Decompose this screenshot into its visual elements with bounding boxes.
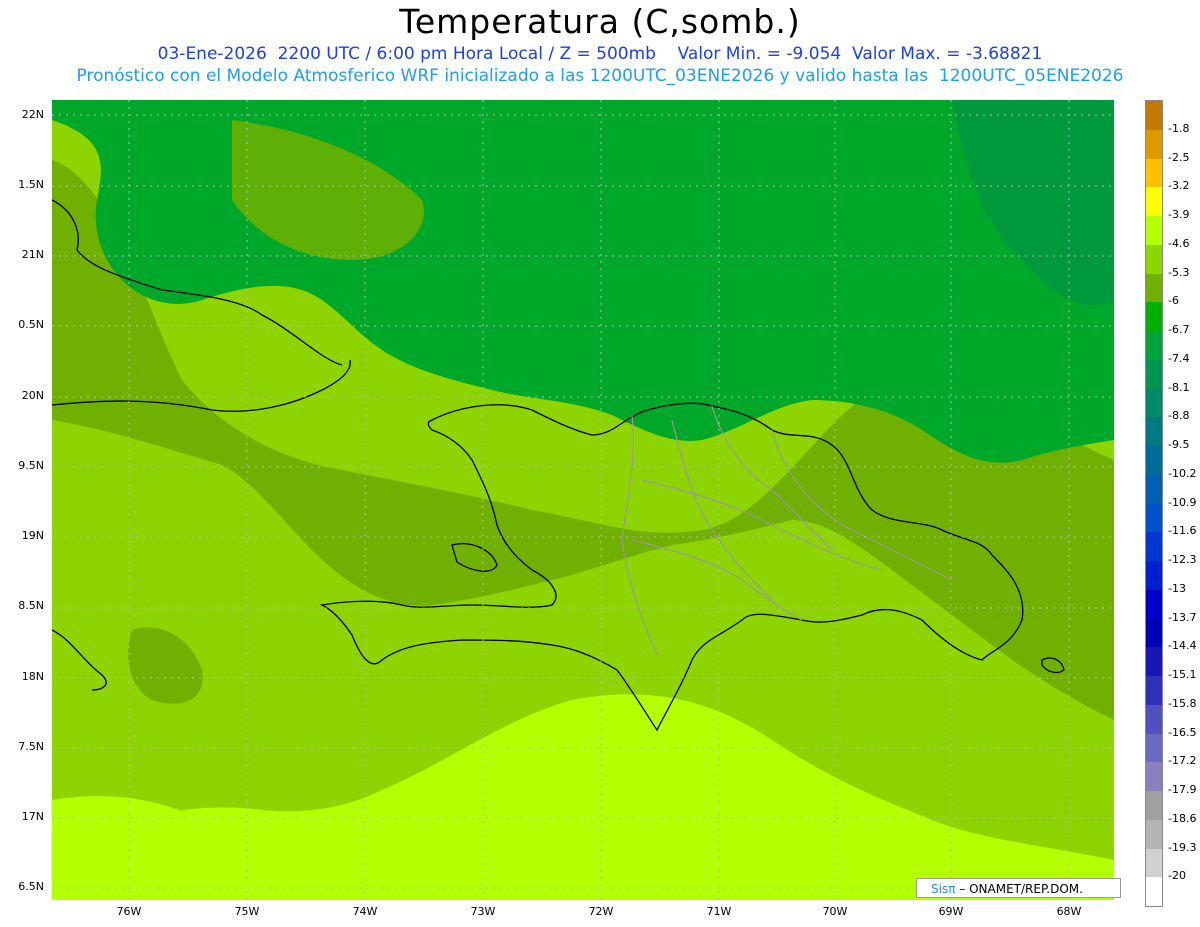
colorbar-segment (1146, 129, 1162, 159)
lon-label: 74W (352, 905, 378, 918)
field-band-yellow-green (52, 694, 1114, 900)
colorbar-segment (1146, 532, 1162, 561)
colorbar-segment (1146, 704, 1162, 734)
lon-label: 72W (588, 905, 614, 918)
credit-text: – ONAMET/REP.DOM. (959, 882, 1083, 896)
colorbar-segment (1146, 733, 1162, 763)
colorbar-segment (1146, 676, 1162, 705)
colorbar-segment (1146, 101, 1162, 130)
colorbar-segment (1146, 302, 1162, 331)
lat-label: 18N (21, 670, 44, 683)
colorbar-label: -4.6 (1168, 236, 1190, 250)
colorbar-label: -1.8 (1168, 121, 1190, 135)
colorbar-segment (1146, 216, 1162, 245)
colorbar-label: -2.5 (1168, 150, 1190, 164)
colorbar-segment (1146, 158, 1162, 188)
field-band-green (52, 100, 1114, 463)
lon-label: 69W (938, 905, 964, 918)
lat-label: 8.5N (18, 599, 44, 612)
field-olive-w (128, 627, 203, 704)
colorbar-label: -7.4 (1168, 351, 1190, 365)
colorbar-label: -6 (1168, 294, 1179, 308)
colorbar-label: -6.7 (1168, 323, 1190, 336)
lat-label: 0.5N (18, 318, 44, 331)
colorbar-label: -8.1 (1168, 380, 1190, 394)
lat-label: 20N (21, 389, 44, 402)
colorbar-segment (1146, 446, 1162, 475)
lon-label: 71W (706, 905, 732, 918)
lon-label: 73W (470, 905, 496, 918)
lat-label: 9.5N (18, 459, 44, 472)
colorbar-label: -13.7 (1168, 610, 1197, 624)
colorbar-label: -13 (1168, 581, 1186, 595)
colorbar-segment (1146, 244, 1162, 274)
colorbar-segment (1146, 791, 1162, 820)
map-subtitle-model: Pronóstico con el Modelo Atmosferico WRF… (76, 66, 1124, 86)
colorbar-segment (1146, 589, 1162, 619)
colorbar-segment (1146, 388, 1162, 418)
lat-label: 19N (21, 529, 44, 542)
sispi-logo: Sisπ (931, 882, 956, 896)
colorbar-segment (1146, 647, 1162, 676)
colorbar-label: -9.5 (1168, 438, 1190, 451)
lon-label: 76W (116, 905, 142, 918)
lat-label: 6.5N (18, 880, 44, 893)
colorbar-label: -5.3 (1168, 265, 1190, 279)
lon-label: 68W (1056, 905, 1082, 918)
colorbar-segment (1146, 819, 1162, 849)
colorbar-label: -18.6 (1168, 811, 1197, 825)
colorbar-label: -8.8 (1168, 409, 1190, 423)
colorbar-segment (1146, 417, 1162, 446)
colorbar-label: -10.9 (1168, 495, 1197, 509)
colorbar-segment (1146, 877, 1162, 906)
lat-label: 22N (21, 108, 44, 121)
colorbar-label: -20 (1168, 869, 1186, 883)
lat-label: 17N (21, 810, 44, 823)
colorbar-label: -17.2 (1168, 754, 1197, 768)
lat-label: 1.5N (18, 178, 44, 191)
lat-label: 7.5N (18, 740, 44, 753)
credit-box: Sisπ – ONAMET/REP.DOM. (916, 878, 1121, 898)
colorbar-segment (1146, 187, 1162, 216)
colorbar-segment (1146, 331, 1162, 360)
colorbar-segment (1146, 359, 1162, 389)
colorbar-segment (1146, 848, 1162, 878)
lon-label: 75W (234, 905, 260, 918)
colorbar-segment (1146, 474, 1162, 504)
colorbar-label: -15.8 (1168, 696, 1197, 710)
colorbar-label: -15.1 (1168, 668, 1197, 681)
colorbar-label: -10.2 (1168, 466, 1197, 480)
map-title: Temperatura (C,somb.) (399, 2, 801, 41)
colorbar-segment (1146, 273, 1162, 303)
colorbar-label: -3.2 (1168, 179, 1190, 193)
colorbar-label: -11.6 (1168, 524, 1197, 538)
temperature-map[interactable] (52, 100, 1114, 900)
colorbar-label: -16.5 (1168, 725, 1197, 739)
colorbar-segment (1146, 618, 1162, 648)
map-field (52, 100, 1114, 900)
colorbar-label: -19.3 (1168, 840, 1197, 854)
colorbar (1145, 100, 1163, 907)
colorbar-segment (1146, 762, 1162, 791)
colorbar-label: -12.3 (1168, 553, 1197, 566)
map-subtitle-time: 03-Ene-2026 2200 UTC / 6:00 pm Hora Loca… (157, 44, 1043, 64)
colorbar-label: -3.9 (1168, 208, 1190, 221)
colorbar-segment (1146, 503, 1162, 533)
lat-label: 21N (21, 248, 44, 261)
colorbar-label: -14.4 (1168, 639, 1197, 653)
colorbar-segment (1146, 561, 1162, 590)
colorbar-label: -17.9 (1168, 783, 1197, 796)
lon-label: 70W (822, 905, 848, 918)
